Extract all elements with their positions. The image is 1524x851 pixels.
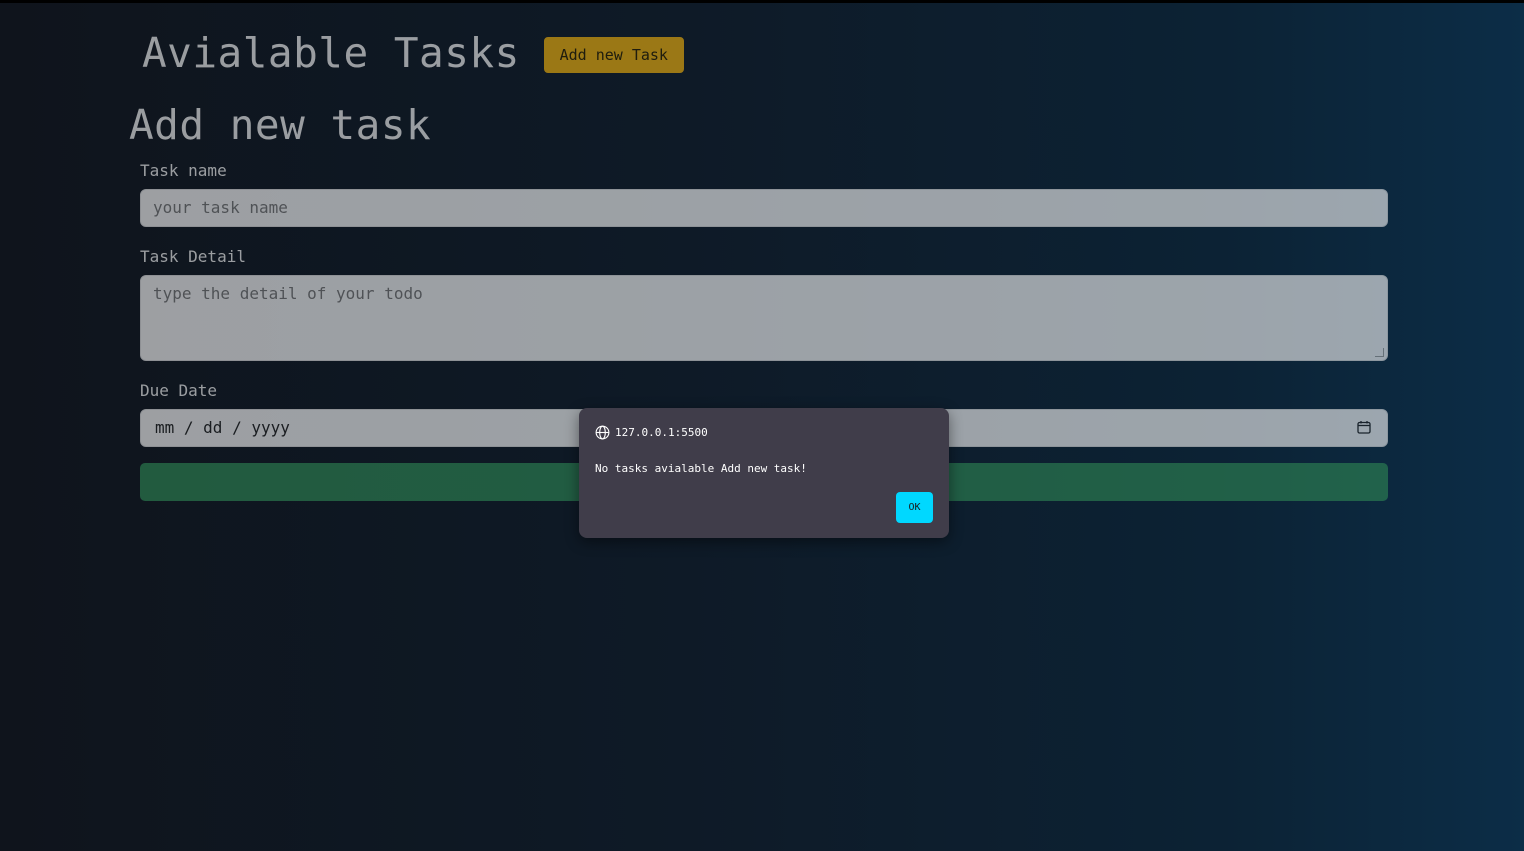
task-name-input[interactable]: your task name	[140, 189, 1388, 227]
task-detail-placeholder: type the detail of your todo	[153, 284, 423, 303]
task-name-label: Task name	[140, 161, 227, 180]
form-title: Add new task	[129, 101, 432, 149]
task-detail-label: Task Detail	[140, 247, 246, 266]
due-date-placeholder: mm / dd / yyyy	[155, 418, 290, 437]
alert-dialog: 127.0.0.1:5500 No tasks avialable Add ne…	[579, 408, 949, 538]
add-new-task-button[interactable]: Add new Task	[543, 37, 684, 73]
dialog-origin: 127.0.0.1:5500	[595, 425, 708, 440]
calendar-icon[interactable]	[1357, 420, 1371, 434]
task-detail-textarea[interactable]: type the detail of your todo	[140, 275, 1388, 361]
page-title: Avialable Tasks	[142, 29, 520, 77]
globe-icon	[595, 425, 610, 440]
dialog-message: No tasks avialable Add new task!	[595, 462, 807, 475]
due-date-label: Due Date	[140, 381, 218, 400]
resize-grip-icon[interactable]	[1375, 348, 1384, 357]
dialog-origin-text: 127.0.0.1:5500	[615, 426, 708, 439]
ok-button[interactable]: OK	[896, 492, 933, 523]
header: Avialable Tasks Add new Task	[142, 29, 684, 77]
